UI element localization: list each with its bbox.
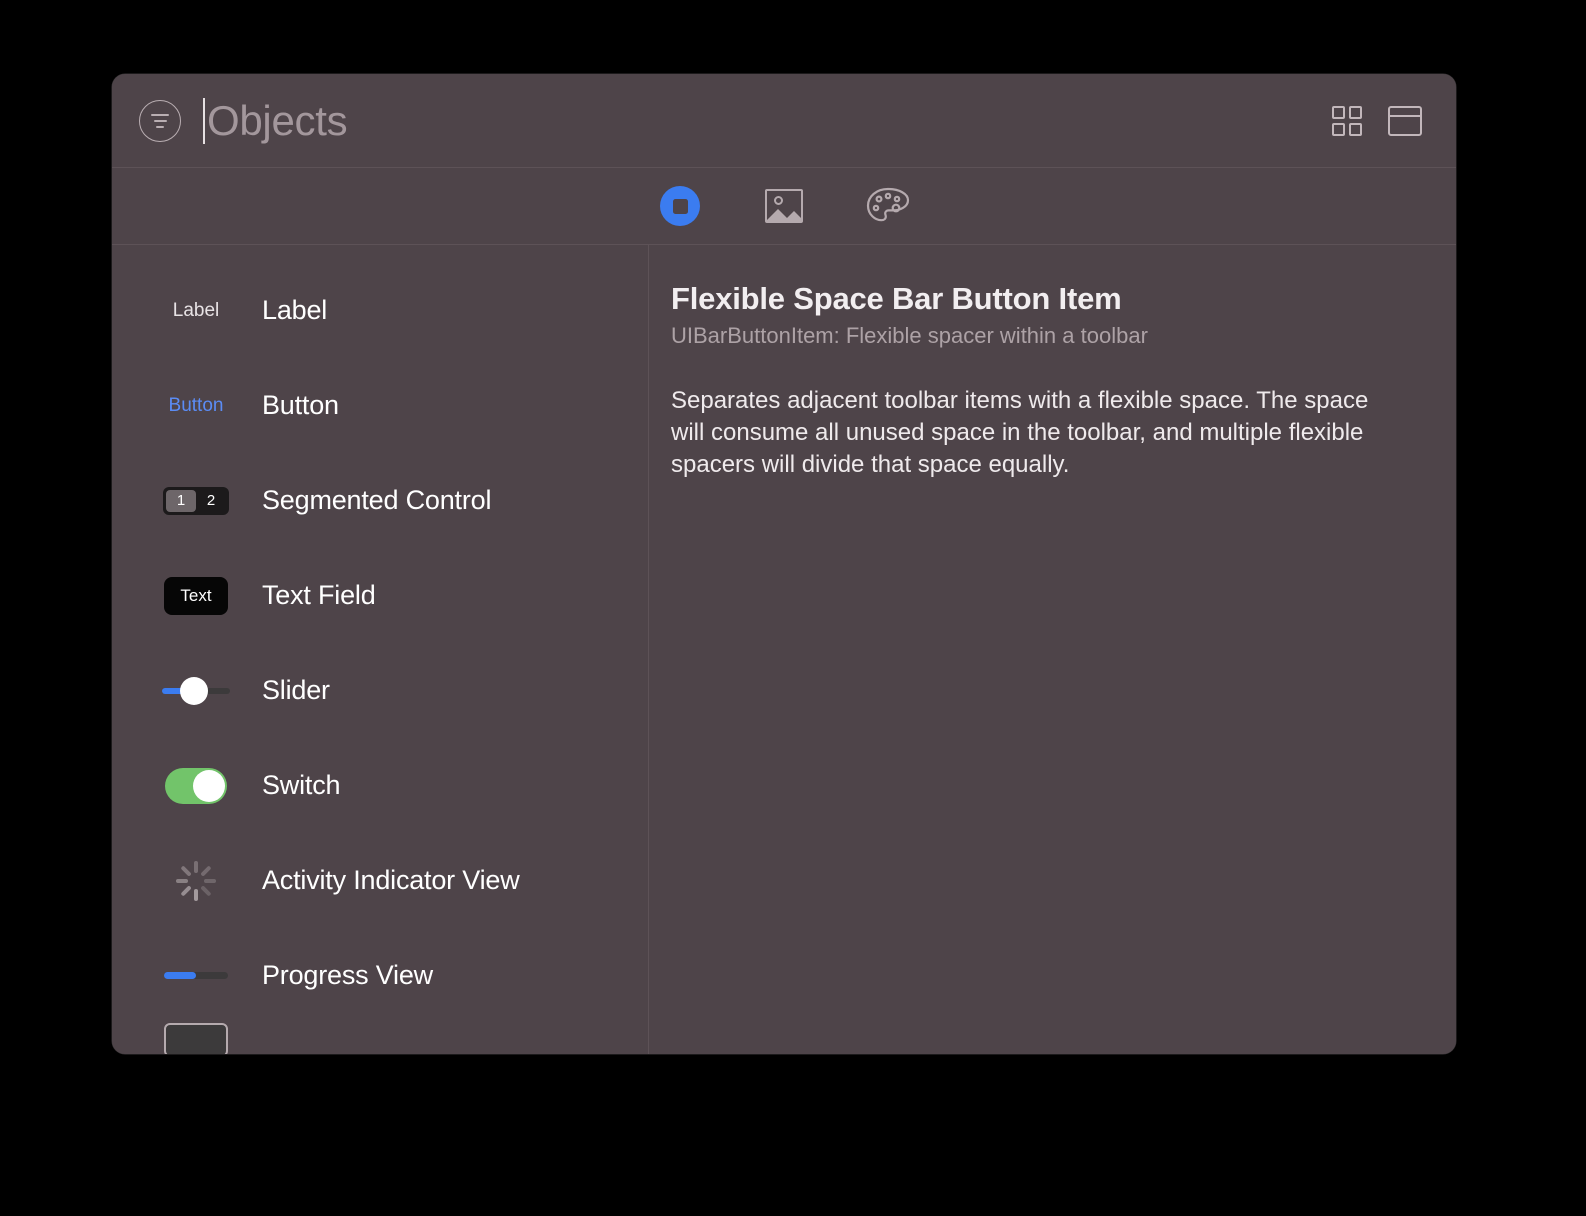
slider-preview-icon [148, 676, 244, 705]
spinner-spoke-3 [176, 878, 188, 883]
segmented-control-preview: 1 2 [163, 486, 229, 515]
panel-view-icon[interactable] [1388, 105, 1422, 136]
spinner-spoke-8 [200, 884, 212, 897]
list-item[interactable]: Label Label [112, 263, 648, 358]
text-field-preview-icon: Text [148, 576, 244, 615]
list-item-label: Switch [262, 770, 341, 800]
detail-pane: Flexible Space Bar Button Item UIBarButt… [649, 245, 1456, 1054]
media-icon-mountain-right [783, 211, 801, 221]
segment-one: 1 [166, 489, 196, 512]
library-tabbar [112, 168, 1456, 245]
tab-colors[interactable] [860, 182, 916, 230]
progress-track [164, 972, 228, 979]
list-item-label: Text Field [262, 580, 376, 610]
activity-indicator-preview-icon [148, 860, 244, 902]
button-preview-icon: Button [148, 395, 244, 417]
spinner-spoke-4 [180, 864, 192, 877]
list-item-label: Segmented Control [262, 485, 492, 515]
grid-cell-4 [1349, 122, 1362, 136]
filter-line-1 [151, 113, 169, 116]
list-item[interactable]: Switch [112, 738, 648, 833]
list-item[interactable]: 1 2 Segmented Control [112, 453, 648, 548]
progress-view-preview-icon [148, 972, 244, 979]
spinner-spoke-2 [180, 884, 192, 897]
list-item[interactable]: Button Button [112, 358, 648, 453]
detail-title: Flexible Space Bar Button Item [671, 281, 1122, 316]
tab-objects[interactable] [652, 182, 708, 230]
filter-sort-icon[interactable] [139, 99, 181, 142]
text-cursor [203, 97, 205, 144]
list-item-label: Slider [262, 675, 330, 705]
slider-knob [179, 676, 208, 705]
grid-cell-3 [1332, 122, 1345, 136]
list-item-partial[interactable] [112, 1023, 648, 1054]
objects-icon [660, 186, 700, 226]
media-image-icon [765, 189, 803, 223]
titlebar: Objects [112, 74, 1456, 168]
list-item[interactable]: Text Text Field [112, 548, 648, 643]
color-palette-icon [866, 187, 910, 222]
search-input[interactable]: Objects [203, 93, 1332, 149]
segment-two: 2 [206, 491, 216, 509]
switch-preview-icon [148, 767, 244, 804]
grid-cell-1 [1332, 105, 1345, 119]
list-item-label: Progress View [262, 960, 433, 990]
object-library-list[interactable]: Label Label Button Button 1 2 Segmented … [112, 245, 649, 1054]
button-preview-text: Button [168, 394, 224, 416]
segmented-control-preview-icon: 1 2 [148, 486, 244, 515]
main-split: Label Label Button Button 1 2 Segmented … [112, 245, 1456, 1054]
activity-spinner [175, 860, 217, 902]
filter-line-2 [153, 119, 167, 122]
detail-description: Separates adjacent toolbar items with a … [671, 387, 1369, 478]
partial-control-preview [164, 1023, 228, 1054]
detail-subtitle: UIBarButtonItem: Flexible spacer within … [671, 323, 1148, 348]
spinner-spoke-1 [194, 888, 198, 901]
grid-view-icon[interactable] [1332, 105, 1362, 136]
list-item-label: Button [262, 390, 339, 420]
list-item[interactable]: Slider [112, 643, 648, 738]
text-field-preview-text: Text [164, 576, 228, 615]
label-preview-text: Label [172, 299, 220, 321]
switch-preview [165, 767, 227, 804]
spinner-spoke-5 [194, 860, 198, 873]
switch-knob [193, 769, 225, 802]
search-placeholder: Objects [207, 96, 348, 144]
filter-line-3 [156, 125, 164, 128]
partial-preview-icon [148, 1023, 244, 1054]
spinner-spoke-6 [200, 864, 212, 877]
media-icon-sun [774, 196, 783, 205]
list-item-label: Activity Indicator View [262, 865, 520, 895]
spinner-spoke-7 [204, 878, 216, 883]
label-preview-icon: Label [148, 300, 244, 322]
slider-preview [162, 676, 230, 705]
titlebar-actions [1332, 105, 1422, 136]
list-item-label: Label [262, 295, 328, 325]
tab-media[interactable] [756, 182, 812, 230]
list-item[interactable]: Progress View [112, 928, 648, 1023]
grid-cell-2 [1349, 105, 1362, 119]
list-item[interactable]: Activity Indicator View [112, 833, 648, 928]
progress-fill [164, 972, 196, 979]
objects-icon-square [672, 198, 688, 214]
library-panel-window: Objects Label Label Button Button 1 2 Se… [112, 74, 1456, 1054]
